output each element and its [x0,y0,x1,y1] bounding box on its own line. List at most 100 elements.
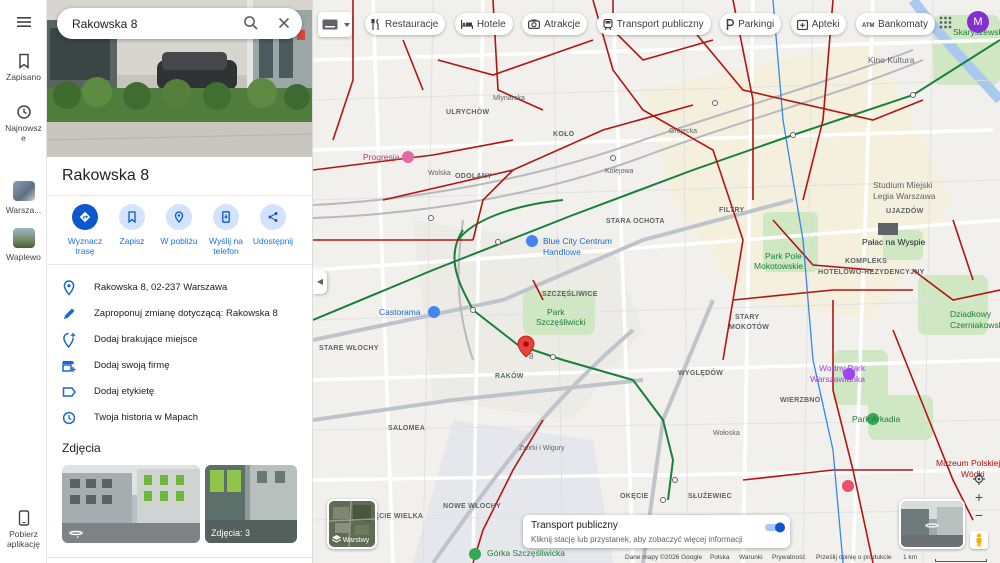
history-icon [16,105,31,119]
menu-button[interactable] [0,15,47,32]
add-business-row[interactable]: Dodaj swoją firmę [47,355,312,377]
recent-place-1-label: Warsza... [5,205,42,215]
place-label[interactable]: Pałac na Wyspie [862,237,925,247]
district-label: STARY [735,314,760,321]
place-label[interactable]: Castorama [379,307,421,317]
my-location-icon [973,473,985,485]
poi-progresja[interactable] [402,151,414,163]
transit-layer-card: Transport publiczny Kliknij stację lub p… [523,515,790,548]
district-label: ULRYCHÓW [446,109,490,116]
layers-label: Warstwy [342,537,370,544]
place-label[interactable]: Legia Warszawa [873,191,936,201]
place-label[interactable]: Warszawianka [810,374,865,384]
directions-button[interactable]: Wyznacz trasę [59,204,111,256]
poi-muzeum-wodki[interactable] [842,480,854,492]
address-row[interactable]: Rakowska 8, 02-237 Warszawa [47,277,312,299]
recent-place-2[interactable]: Waplewo [0,228,47,262]
input-tools-button[interactable] [318,12,352,37]
map-canvas[interactable]: ULRYCHÓW KOŁO ODOLANY STARA OCHOTA FILTR… [313,0,1000,563]
poi-blue-city[interactable] [526,235,538,247]
layers-button[interactable]: Warstwy [327,499,377,549]
district-label: STARE WŁOCHY [319,345,379,352]
district-label: KOŁO [553,131,575,138]
save-button[interactable]: Zapisz [106,204,158,246]
footer-privacy-link[interactable]: Prywatność [772,554,806,561]
recent-place-2-label: Waplewo [6,252,41,262]
map-controls: + − [968,470,990,524]
place-label[interactable]: Szczęśliwicki [536,317,586,327]
place-label[interactable]: Dziadkowy [950,309,991,319]
account-avatar[interactable]: M [967,11,989,33]
place-label[interactable]: Park Pole [765,251,802,261]
storefront-add-icon [62,361,76,372]
place-label[interactable]: Progresja [363,152,399,162]
search-box[interactable] [57,8,302,39]
place-label[interactable]: Kino Kultura [868,55,914,65]
district-label: SZCZĘŚLIWICE [542,291,598,298]
my-location-button[interactable] [968,470,990,488]
place-label[interactable]: Studium Miejski [873,180,933,190]
nearby-button[interactable]: W pobliżu [153,204,205,246]
parking-icon [726,18,735,30]
send-to-phone-button[interactable]: Wyślij na telefon [200,204,252,256]
place-label[interactable]: Wodny Park [819,363,865,373]
pegman-button[interactable] [970,531,988,549]
maps-history-text: Twoja historia w Mapach [94,412,199,423]
saved-button[interactable]: Zapisano [0,53,47,82]
place-label[interactable]: Park Arkadia [852,414,900,424]
photos-gallery[interactable]: Zdjęcia: 3 [205,465,297,543]
zoom-in-button[interactable]: + [968,488,990,506]
add-missing-place-text: Dodaj brakujące miejsce [94,334,198,345]
district-label: SALOMEA [388,425,426,432]
google-apps-icon[interactable] [939,16,952,29]
place-label[interactable]: Park [547,307,564,317]
add-missing-place-row[interactable]: Dodaj brakujące miejsce [47,329,312,351]
poi-castorama[interactable] [428,306,440,318]
transit-toggle[interactable] [764,522,786,533]
chip-public-transport[interactable]: Transport publiczny [596,13,711,35]
place-label[interactable]: Czerniakowskie [950,320,1000,330]
maps-history-row[interactable]: Twoja historia w Mapach [47,407,312,429]
street-view-360-icon [69,530,83,538]
plus-icon: + [974,489,984,505]
place-label[interactable]: Mokotowskie [754,261,803,271]
footer-country-link[interactable]: Polska [710,554,730,561]
street-view-photo[interactable] [62,465,200,543]
chip-pharmacies[interactable]: Apteki [790,13,847,35]
photos-count: Zdjęcia: 3 [211,528,251,538]
chip-hotels[interactable]: Hotele [454,13,513,35]
footer-feedback-link[interactable]: Prześlij opinię o produkcie [816,554,892,561]
footer-terms-link[interactable]: Warunki [739,554,763,561]
share-icon [268,212,278,222]
zoom-out-button[interactable]: − [968,506,990,524]
district-label: FILTRY [719,207,745,214]
bed-icon [460,19,473,29]
street-view-preview[interactable] [899,499,965,549]
district-label: HOTELOWO-REZYDENCYJNY [818,269,925,276]
chip-attractions[interactable]: Atrakcje [522,13,588,35]
place-label[interactable]: Muzeum Polskiej [936,458,1000,468]
menu-icon [16,17,31,27]
send-to-phone-icon [222,211,230,223]
download-app-button[interactable]: Pobierz aplikację [0,510,47,549]
chip-restaurants[interactable]: Restauracje [365,13,446,35]
suggest-edit-row[interactable]: Zaproponuj zmianę dotyczącą: Rakowska 8 [47,303,312,325]
recent-place-1[interactable]: Warsza... [0,181,47,215]
recent-place-2-thumbnail [12,228,35,248]
district-label: UJAZDÓW [886,208,924,215]
search-icon[interactable] [243,15,259,31]
chip-atms[interactable]: ATM Bankomaty [855,13,935,35]
place-label[interactable]: Blue City Centrum [543,236,612,246]
share-button[interactable]: Udostępnij [247,204,299,246]
add-label-row[interactable]: Dodaj etykietę [47,381,312,403]
chevron-down-icon [344,23,350,27]
chip-parking[interactable]: Parkingi [720,13,782,35]
place-label[interactable]: Handlowe [543,247,581,257]
recent-button[interactable]: Najnowsze [0,104,47,143]
label-icon [62,387,76,397]
search-input[interactable] [72,14,232,33]
nearby-label: W pobliżu [160,236,198,246]
collapse-panel-button[interactable]: ◀ [313,270,327,294]
category-chips: Restauracje Hotele Atrakcje Transport pu… [365,13,940,35]
close-icon[interactable] [276,15,292,31]
